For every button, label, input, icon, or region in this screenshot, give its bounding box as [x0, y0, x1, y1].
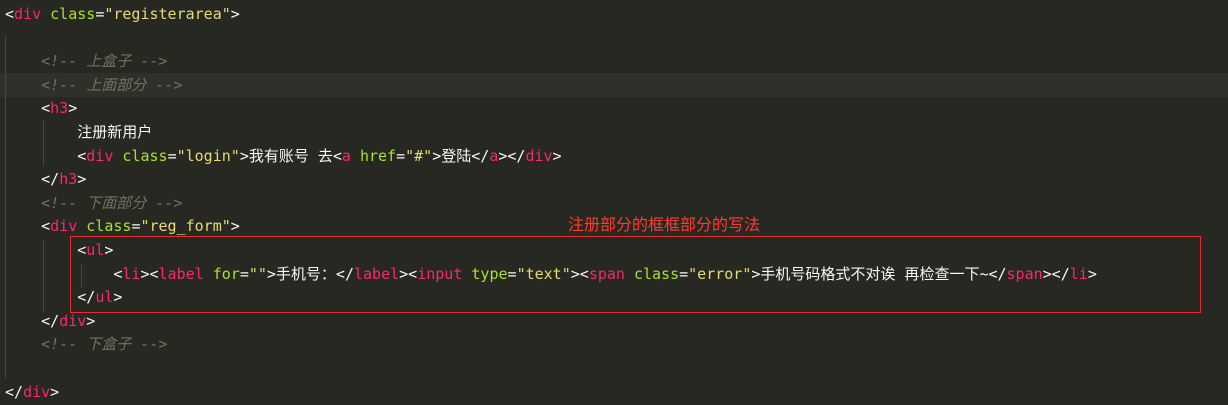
code-line: <div class="login">我有账号 去<a href="#">登陆<…	[0, 144, 562, 168]
code-token: =	[679, 264, 689, 283]
code-token: "text"	[516, 264, 571, 283]
code-token: <	[5, 241, 87, 259]
code-token: li	[1069, 264, 1088, 283]
code-token: </	[5, 382, 24, 401]
code-line: <!-- 上盒子 -->	[0, 49, 167, 73]
code-token: class	[41, 5, 96, 23]
indent-guide	[5, 36, 6, 378]
code-token: "login"	[176, 146, 240, 165]
code-token: >	[552, 146, 562, 165]
code-token: >	[77, 170, 87, 189]
code-token: ></	[498, 146, 526, 165]
code-line: </ul>	[0, 285, 122, 309]
code-token: div	[50, 217, 78, 236]
code-token: "error"	[688, 264, 752, 283]
code-token: <!-- 上面部分 -->	[5, 75, 183, 94]
code-token: ul	[95, 288, 114, 307]
code-token: h3	[59, 170, 78, 189]
code-token: <	[5, 99, 51, 118]
annotation-label: 注册部分的框框部分的写法	[568, 215, 761, 234]
code-token: </	[5, 170, 60, 189]
code-token: <	[5, 264, 123, 283]
code-token: class	[624, 264, 680, 283]
code-token: </	[5, 311, 60, 330]
code-token: >	[50, 382, 60, 401]
code-token: <	[5, 146, 87, 165]
code-token: >	[1087, 264, 1097, 283]
code-token: >登陆</	[432, 146, 490, 165]
code-line: </div>	[0, 309, 95, 333]
code-line: 注册新用户	[0, 120, 152, 144]
code-token: ><	[399, 264, 418, 283]
code-token: >	[104, 241, 114, 259]
code-line: <ul>	[0, 238, 113, 262]
code-token: ""	[248, 264, 267, 283]
code-token: div	[86, 146, 114, 165]
code-token: 注册新用户	[5, 123, 153, 141]
code-token: a	[341, 146, 351, 165]
code-token: =	[95, 5, 105, 23]
indent-guide	[81, 264, 82, 288]
code-token: <!-- 下面部分 -->	[5, 193, 183, 212]
code-token: h3	[50, 99, 69, 118]
code-token: ul	[86, 241, 105, 259]
code-token: >	[230, 5, 240, 23]
code-token: ><	[140, 264, 159, 283]
code-token: "reg_form"	[140, 217, 231, 236]
code-token: >	[113, 288, 123, 307]
code-token: ><	[570, 264, 589, 283]
code-token: label	[354, 264, 400, 283]
code-token: href	[350, 146, 397, 165]
code-token: =	[507, 264, 517, 283]
code-token: span	[588, 264, 625, 283]
code-line: <h3>	[0, 96, 77, 120]
code-token: ></	[1042, 264, 1070, 283]
code-token: <	[5, 217, 51, 236]
code-token: input	[417, 264, 463, 283]
code-token: =	[239, 264, 249, 283]
code-token: >我有账号 去<	[239, 146, 342, 165]
code-token: =	[396, 146, 406, 165]
code-token: "registerarea"	[104, 5, 231, 23]
code-line: <div class="registerarea">	[0, 2, 240, 26]
code-token: >	[86, 311, 96, 330]
code-token: a	[489, 146, 499, 165]
code-line: <div class="reg_form">	[0, 214, 240, 238]
code-line: <!-- 下面部分 -->	[0, 191, 182, 215]
code-token: for	[203, 264, 240, 283]
code-line: <li><label for="">手机号：</label><input typ…	[0, 262, 1097, 286]
code-token: =	[167, 146, 177, 165]
code-line: </div>	[0, 380, 59, 404]
indent-guide	[43, 120, 44, 166]
code-token: div	[23, 382, 51, 401]
code-token: <!-- 上盒子 -->	[5, 52, 168, 71]
code-token: </	[5, 288, 96, 307]
code-token: >	[230, 217, 240, 236]
code-token: <	[5, 5, 15, 23]
code-editor[interactable]: <div class="registerarea"> <!-- 上盒子 --> …	[0, 0, 1228, 405]
code-token: >手机号：</	[266, 264, 354, 283]
code-token: div	[59, 311, 87, 330]
code-token: >手机号码格式不对诶 再检查一下~</	[751, 264, 1007, 283]
code-token: "#"	[405, 146, 433, 165]
code-line: <!-- 上面部分 -->	[0, 72, 1228, 97]
code-line: </h3>	[0, 167, 86, 191]
code-token: <!-- 下盒子 -->	[5, 335, 168, 354]
code-token: >	[68, 99, 78, 118]
code-token: span	[1006, 264, 1043, 283]
code-token: label	[158, 264, 204, 283]
code-token: div	[525, 146, 553, 165]
code-token: div	[14, 5, 42, 23]
code-line: <!-- 下盒子 -->	[0, 332, 167, 356]
code-token: class	[113, 146, 168, 165]
code-token: li	[122, 264, 141, 283]
code-token: type	[462, 264, 508, 283]
indent-guide	[43, 240, 44, 312]
code-token: class	[77, 217, 132, 236]
